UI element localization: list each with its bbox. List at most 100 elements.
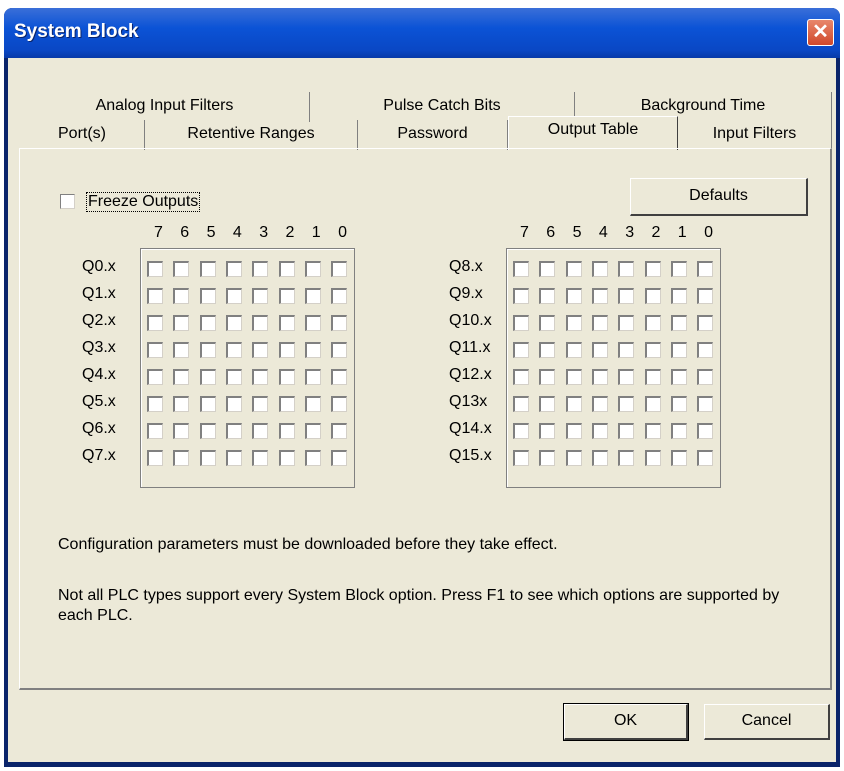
left-output-bit-checkbox[interactable] [225,288,242,304]
left-output-bit-checkbox[interactable] [252,315,269,331]
right-output-bit-checkbox[interactable] [618,315,635,331]
right-output-bit-checkbox[interactable] [618,450,635,466]
left-output-bit-checkbox[interactable] [252,288,269,304]
right-output-bit-checkbox[interactable] [513,288,529,304]
right-output-bit-checkbox[interactable] [513,396,529,412]
left-output-bit-checkbox[interactable] [147,369,163,385]
left-output-bit-checkbox[interactable] [252,450,269,466]
right-output-bit-checkbox[interactable] [697,315,714,331]
left-output-bit-checkbox[interactable] [252,261,269,277]
right-output-bit-checkbox[interactable] [513,261,529,277]
right-output-bit-checkbox[interactable] [644,315,661,331]
right-output-bit-checkbox[interactable] [697,261,714,277]
left-output-bit-checkbox[interactable] [331,342,348,358]
right-output-bit-checkbox[interactable] [670,342,687,358]
left-output-bit-checkbox[interactable] [304,342,321,358]
left-output-bit-checkbox[interactable] [147,450,163,466]
right-output-bit-checkbox[interactable] [591,450,608,466]
defaults-button[interactable]: Defaults [630,178,808,216]
left-output-bit-checkbox[interactable] [173,261,190,277]
left-output-bit-checkbox[interactable] [278,396,295,412]
left-output-bit-checkbox[interactable] [331,396,348,412]
left-output-bit-checkbox[interactable] [199,423,216,439]
right-output-bit-checkbox[interactable] [565,315,582,331]
ok-button[interactable]: OK [563,703,689,741]
left-output-bit-checkbox[interactable] [304,315,321,331]
right-output-bit-checkbox[interactable] [618,288,635,304]
right-output-bit-checkbox[interactable] [618,261,635,277]
right-output-bit-checkbox[interactable] [539,396,556,412]
left-output-bit-checkbox[interactable] [304,369,321,385]
right-output-bit-checkbox[interactable] [670,423,687,439]
left-output-bit-checkbox[interactable] [331,288,348,304]
right-output-bit-checkbox[interactable] [591,342,608,358]
left-output-bit-checkbox[interactable] [147,396,163,412]
left-output-bit-checkbox[interactable] [252,342,269,358]
right-output-bit-checkbox[interactable] [591,396,608,412]
title-bar[interactable]: System Block ✕ [4,8,840,58]
right-output-bit-checkbox[interactable] [644,369,661,385]
left-output-bit-checkbox[interactable] [225,423,242,439]
right-output-bit-checkbox[interactable] [591,423,608,439]
right-output-bit-checkbox[interactable] [697,288,714,304]
left-output-bit-checkbox[interactable] [173,423,190,439]
right-output-bit-checkbox[interactable] [697,369,714,385]
left-output-bit-checkbox[interactable] [199,396,216,412]
left-output-bit-checkbox[interactable] [304,423,321,439]
left-output-bit-checkbox[interactable] [225,369,242,385]
right-output-bit-checkbox[interactable] [618,369,635,385]
right-output-bit-checkbox[interactable] [644,396,661,412]
right-output-bit-checkbox[interactable] [565,396,582,412]
right-output-bit-checkbox[interactable] [591,315,608,331]
right-output-bit-checkbox[interactable] [565,369,582,385]
left-output-bit-checkbox[interactable] [331,423,348,439]
left-output-bit-checkbox[interactable] [199,315,216,331]
right-output-bit-checkbox[interactable] [618,423,635,439]
left-output-bit-checkbox[interactable] [278,261,295,277]
right-output-bit-checkbox[interactable] [644,288,661,304]
left-output-bit-checkbox[interactable] [225,396,242,412]
right-output-bit-checkbox[interactable] [591,261,608,277]
right-output-bit-checkbox[interactable] [618,342,635,358]
left-output-bit-checkbox[interactable] [173,450,190,466]
left-output-bit-checkbox[interactable] [278,315,295,331]
right-output-bit-checkbox[interactable] [513,342,529,358]
left-output-bit-checkbox[interactable] [278,288,295,304]
left-output-bit-checkbox[interactable] [147,423,163,439]
right-output-bit-checkbox[interactable] [565,288,582,304]
right-output-bit-checkbox[interactable] [591,369,608,385]
left-output-bit-checkbox[interactable] [304,450,321,466]
right-output-bit-checkbox[interactable] [644,342,661,358]
right-output-bit-checkbox[interactable] [644,261,661,277]
right-output-bit-checkbox[interactable] [697,396,714,412]
right-output-bit-checkbox[interactable] [565,423,582,439]
tab-password[interactable]: Password [358,120,508,150]
left-output-bit-checkbox[interactable] [331,315,348,331]
right-output-bit-checkbox[interactable] [513,450,529,466]
right-output-bit-checkbox[interactable] [697,342,714,358]
left-output-bit-checkbox[interactable] [225,342,242,358]
left-output-bit-checkbox[interactable] [199,261,216,277]
right-output-bit-checkbox[interactable] [670,396,687,412]
left-output-bit-checkbox[interactable] [304,288,321,304]
right-output-bit-checkbox[interactable] [697,423,714,439]
tab-ports[interactable]: Port(s) [20,120,145,150]
right-output-bit-checkbox[interactable] [644,423,661,439]
left-output-bit-checkbox[interactable] [331,261,348,277]
left-output-bit-checkbox[interactable] [173,288,190,304]
left-output-bit-checkbox[interactable] [252,369,269,385]
right-output-bit-checkbox[interactable] [539,261,556,277]
right-output-bit-checkbox[interactable] [618,396,635,412]
cancel-button[interactable]: Cancel [704,704,830,740]
left-output-bit-checkbox[interactable] [331,369,348,385]
left-output-bit-checkbox[interactable] [278,423,295,439]
left-output-bit-checkbox[interactable] [278,450,295,466]
left-output-bit-checkbox[interactable] [304,261,321,277]
right-output-bit-checkbox[interactable] [670,288,687,304]
right-output-bit-checkbox[interactable] [670,261,687,277]
left-output-bit-checkbox[interactable] [147,342,163,358]
left-output-bit-checkbox[interactable] [331,450,348,466]
left-output-bit-checkbox[interactable] [225,261,242,277]
right-output-bit-checkbox[interactable] [539,315,556,331]
freeze-outputs-checkbox[interactable] [60,194,75,209]
